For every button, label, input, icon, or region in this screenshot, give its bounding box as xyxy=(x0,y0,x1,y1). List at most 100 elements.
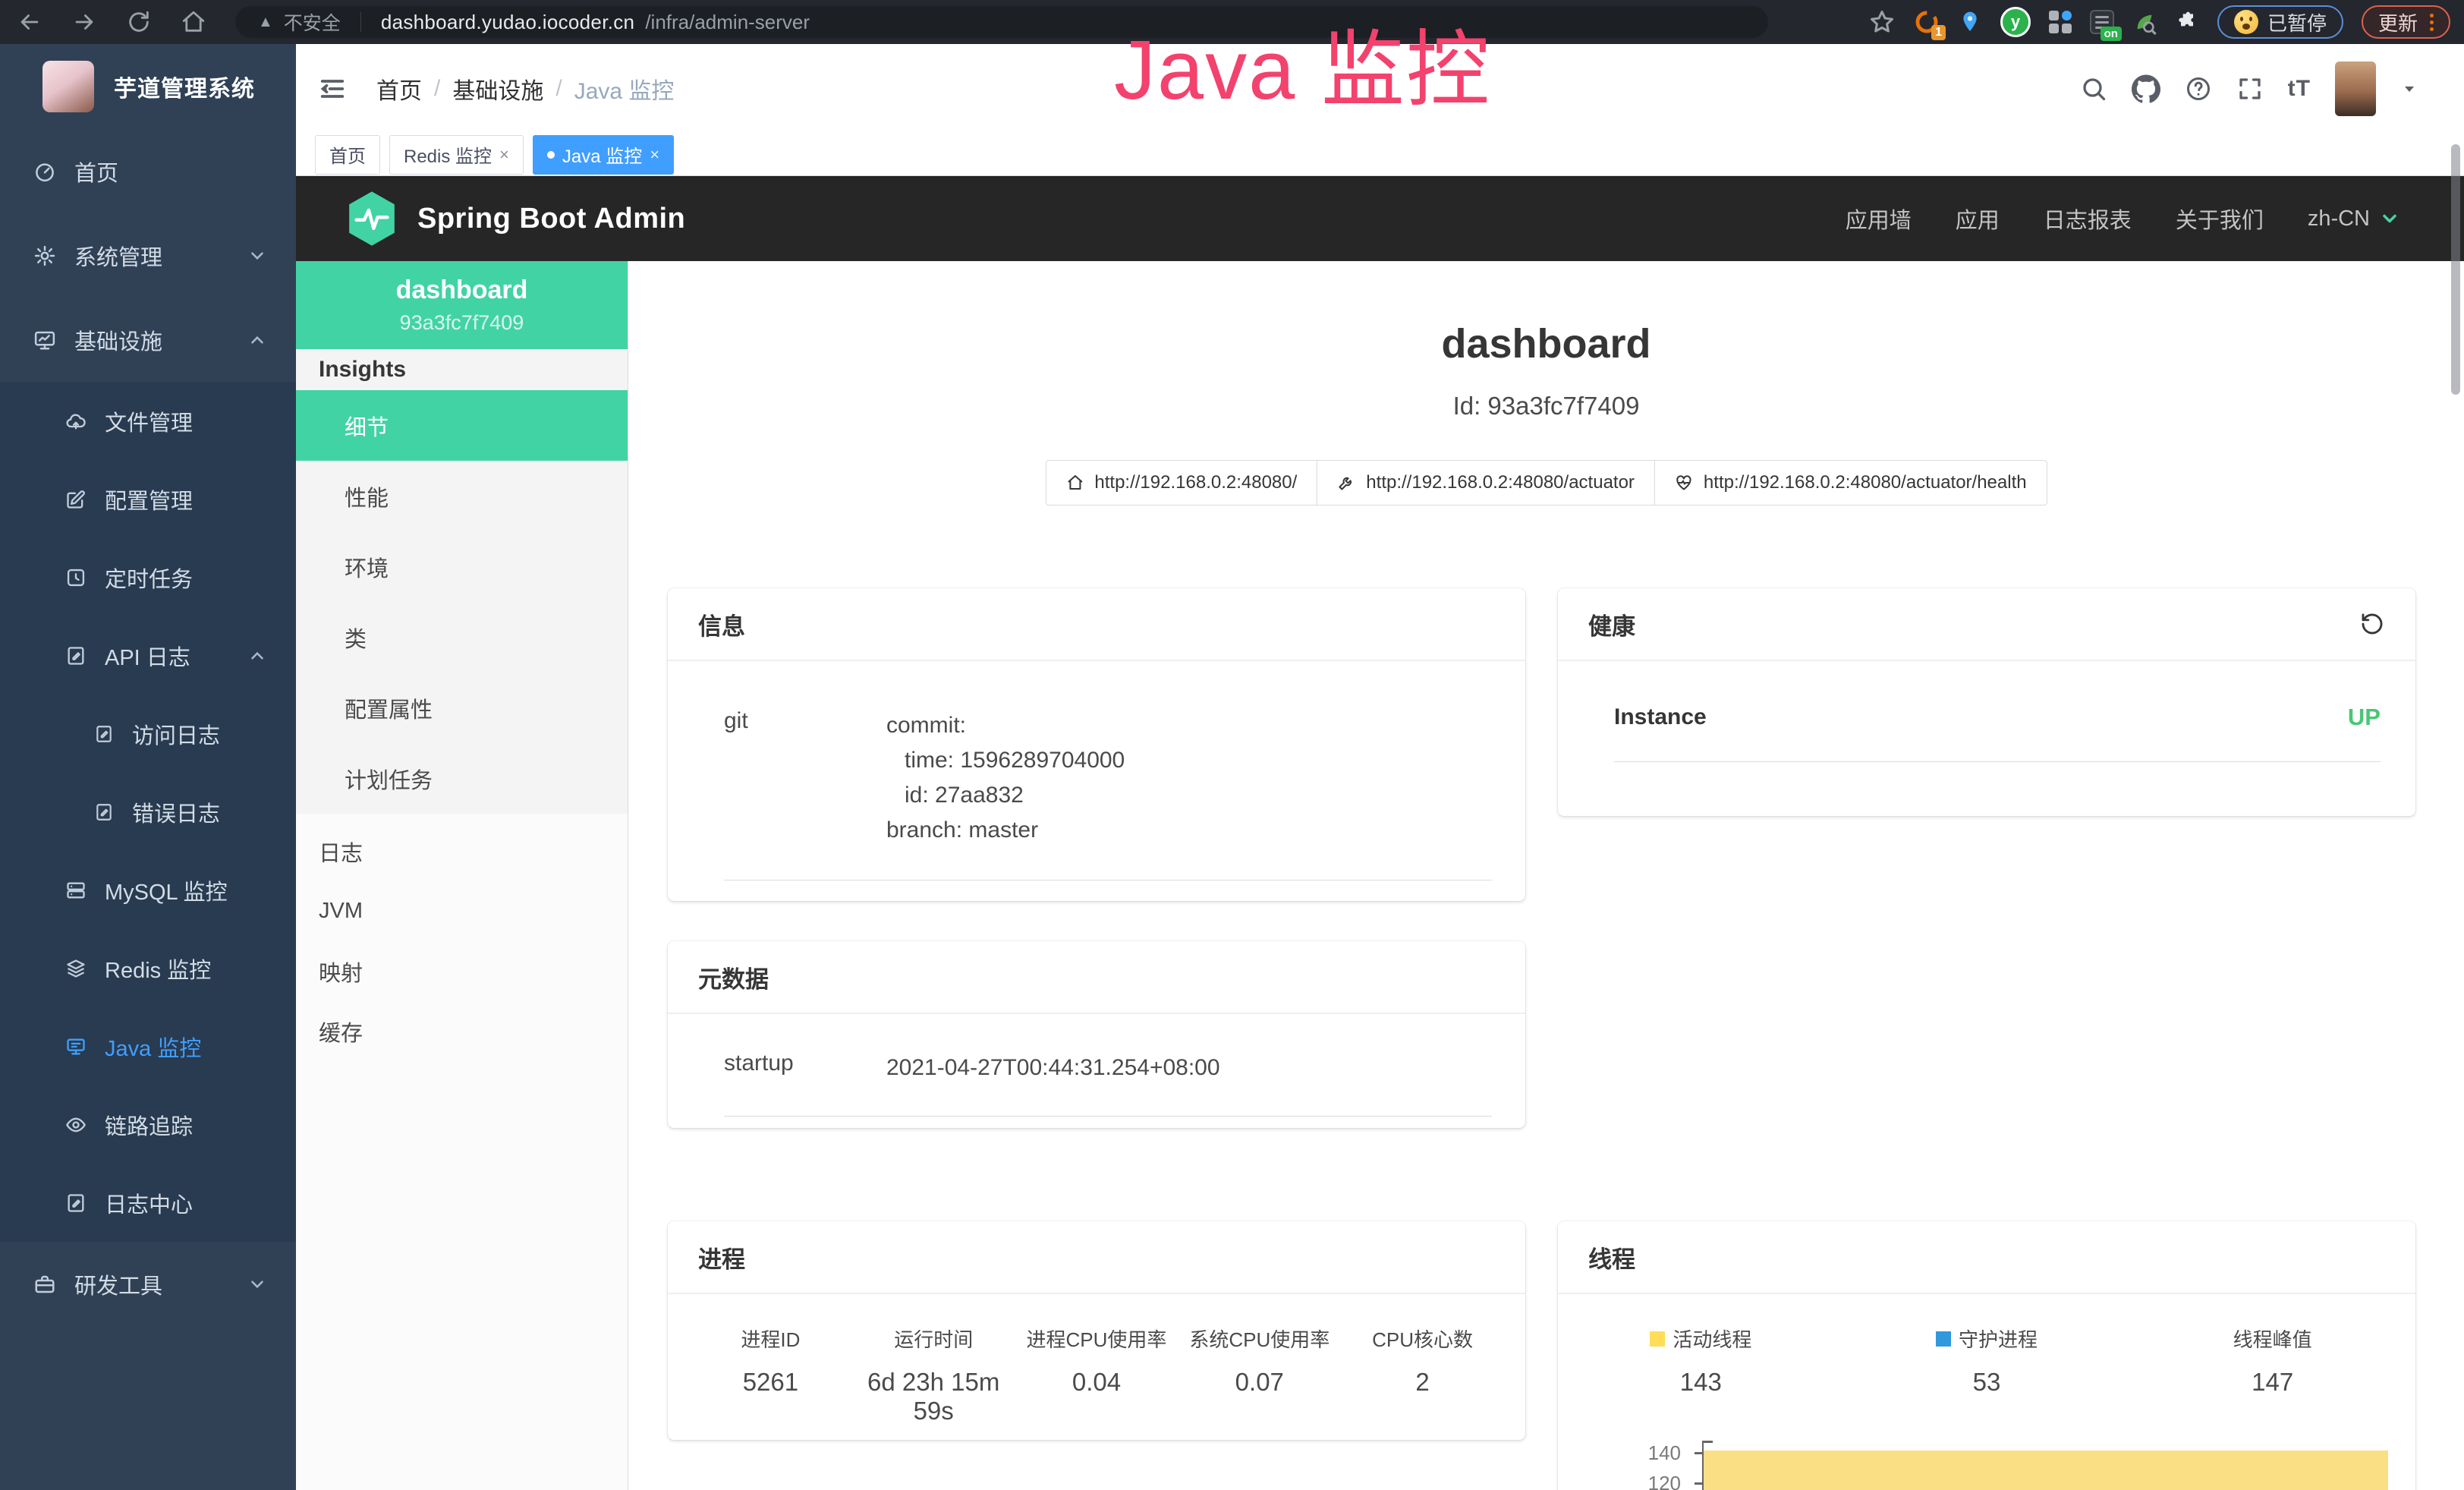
chevron-up-icon xyxy=(247,330,267,350)
app-sidebar: 芋道管理系统 首页 系统管理 基础设施 文件管 xyxy=(0,44,296,1490)
chevron-down-icon xyxy=(247,246,267,266)
sidebar-item-files[interactable]: 文件管理 xyxy=(0,382,296,460)
sba-item-classes[interactable]: 类 xyxy=(296,602,628,673)
card-metadata-title: 元数据 xyxy=(668,941,1525,1014)
page-instance-id: Id: 93a3fc7f7409 xyxy=(628,392,2464,421)
sidebar-item-log-center[interactable]: 日志中心 xyxy=(0,1164,296,1242)
font-size-icon[interactable]: tT xyxy=(2288,76,2311,102)
sidebar-item-home[interactable]: 首页 xyxy=(0,129,296,213)
threads-legend: 活动线程 143 守护进程 53 线程峰值 147 xyxy=(1558,1294,2415,1397)
instance-links: http://192.168.0.2:48080/ http://192.168… xyxy=(1045,460,2047,506)
extension-on-badge: on xyxy=(2101,27,2122,41)
sba-nav: 应用墙 应用 日志报表 关于我们 zh-CN xyxy=(1846,203,2400,235)
extension-leaf-icon[interactable] xyxy=(2132,9,2157,35)
sba-item-caches[interactable]: 缓存 xyxy=(296,1001,628,1061)
breadcrumb-infra[interactable]: 基础设施 xyxy=(452,72,543,106)
info-git-row: git commit: time: 1596289704000 id: 27aa… xyxy=(724,708,1492,880)
app-logo-image xyxy=(42,61,94,112)
browser-update-button[interactable]: 更新 xyxy=(2362,5,2450,39)
sba-locale-select[interactable]: zh-CN xyxy=(2308,206,2400,232)
sidebar-item-redis[interactable]: Redis 监控 xyxy=(0,929,296,1007)
tab-redis-monitor[interactable]: Redis 监控 × xyxy=(389,135,524,175)
timer-icon xyxy=(65,567,87,588)
security-label[interactable]: 不安全 xyxy=(284,8,341,36)
close-icon[interactable]: × xyxy=(499,145,509,165)
card-threads: 线程 活动线程 143 守护进程 53 线程峰值 147 xyxy=(1558,1221,2415,1490)
sba-item-environment[interactable]: 环境 xyxy=(296,531,628,602)
stat-system-cpu: 系统CPU使用率 0.07 xyxy=(1178,1325,1341,1425)
sba-item-logs[interactable]: 日志 xyxy=(296,821,628,881)
legend-live-threads: 活动线程 143 xyxy=(1558,1325,1844,1397)
sba-item-metrics[interactable]: 性能 xyxy=(296,461,628,531)
sba-nav-journal[interactable]: 日志报表 xyxy=(2044,203,2132,235)
sba-item-config-props[interactable]: 配置属性 xyxy=(296,673,628,743)
extension-pin-icon[interactable] xyxy=(1958,9,1982,35)
sba-body: dashboard 93a3fc7f7409 Insights 细节 性能 环境… xyxy=(296,261,2464,1490)
sba-instance-header[interactable]: dashboard 93a3fc7f7409 xyxy=(296,261,628,349)
sidebar-item-tracing[interactable]: 链路追踪 xyxy=(0,1085,296,1164)
forward-icon[interactable] xyxy=(71,9,97,35)
instance-home-link[interactable]: http://192.168.0.2:48080/ xyxy=(1045,460,1317,506)
reload-icon[interactable] xyxy=(126,9,152,35)
sidebar-item-error-log[interactable]: 错误日志 xyxy=(0,773,296,851)
cloud-upload-icon xyxy=(65,411,87,432)
extension-badge: 1 xyxy=(1931,25,1946,40)
sidebar-item-java[interactable]: Java 监控 xyxy=(0,1007,296,1085)
sidebar-item-api-log[interactable]: API 日志 xyxy=(0,616,296,695)
github-icon[interactable] xyxy=(2132,74,2160,103)
fullscreen-icon[interactable] xyxy=(2236,75,2264,102)
history-icon[interactable] xyxy=(2359,611,2385,637)
help-icon[interactable] xyxy=(2185,75,2212,102)
home-icon[interactable] xyxy=(181,9,206,35)
back-icon[interactable] xyxy=(17,9,42,35)
sba-item-jvm[interactable]: JVM xyxy=(296,881,628,941)
sba-frame: Spring Boot Admin 应用墙 应用 日志报表 关于我们 zh-CN… xyxy=(296,176,2464,1490)
stat-pid: 进程ID 5261 xyxy=(689,1325,852,1425)
sba-nav-applications[interactable]: 应用 xyxy=(1956,203,2000,235)
sidebar-item-infra[interactable]: 基础设施 xyxy=(0,298,296,382)
page-scrollbar-thumb[interactable] xyxy=(2451,144,2460,395)
extensions-puzzle-icon[interactable] xyxy=(2175,10,2199,34)
user-avatar[interactable] xyxy=(2335,61,2376,116)
stat-uptime: 运行时间 6d 23h 15m 59s xyxy=(852,1325,1015,1425)
browser-menu-icon[interactable] xyxy=(2430,14,2434,31)
instance-health-link[interactable]: http://192.168.0.2:48080/actuator/health xyxy=(1654,460,2047,506)
sidebar-item-access-log[interactable]: 访问日志 xyxy=(0,695,296,773)
sidebar-item-system[interactable]: 系统管理 xyxy=(0,213,296,298)
tab-java-monitor[interactable]: Java 监控 × xyxy=(533,135,674,175)
extension-grid-icon[interactable] xyxy=(2049,11,2072,33)
document-edit-icon xyxy=(65,1192,87,1214)
sidebar-item-devtools[interactable]: 研发工具 xyxy=(0,1242,296,1326)
sba-item-mappings[interactable]: 映射 xyxy=(296,941,628,1001)
layers-icon xyxy=(65,958,87,979)
sidebar-collapse-icon[interactable] xyxy=(317,74,348,104)
extension-orange-icon[interactable]: 1 xyxy=(1914,9,1940,35)
user-caret-down-icon[interactable] xyxy=(2400,80,2418,98)
sba-item-details[interactable]: 细节 xyxy=(296,390,628,461)
sidebar-item-config[interactable]: 配置管理 xyxy=(0,460,296,538)
card-threads-title: 线程 xyxy=(1558,1221,2415,1294)
sba-item-scheduled-tasks[interactable]: 计划任务 xyxy=(296,743,628,814)
address-bar[interactable]: ▲ 不安全 dashboard.yudao.iocoder.cn/infra/a… xyxy=(235,6,1768,38)
sidebar-item-jobs[interactable]: 定时任务 xyxy=(0,538,296,616)
extension-y-icon[interactable]: y xyxy=(2000,7,2031,37)
extension-dark-icon[interactable]: on xyxy=(2090,10,2114,34)
sba-insights-section: Insights 细节 性能 环境 类 配置属性 计划任务 xyxy=(296,349,628,814)
bookmark-star-icon[interactable] xyxy=(1868,8,1896,36)
profile-paused-pill[interactable]: 已暂停 xyxy=(2217,5,2343,39)
tab-home[interactable]: 首页 xyxy=(315,135,380,175)
active-tab-dot xyxy=(547,151,555,159)
breadcrumb-home[interactable]: 首页 xyxy=(376,72,422,106)
close-icon[interactable]: × xyxy=(650,145,659,165)
url-path[interactable]: /infra/admin-server xyxy=(645,11,810,34)
app-logo[interactable]: 芋道管理系统 xyxy=(0,44,296,129)
live-threads-area xyxy=(1704,1451,2388,1490)
sba-nav-about[interactable]: 关于我们 xyxy=(2176,203,2264,235)
url-host[interactable]: dashboard.yudao.iocoder.cn xyxy=(381,11,635,34)
search-icon[interactable] xyxy=(2080,75,2107,102)
sba-nav-wallboard[interactable]: 应用墙 xyxy=(1846,203,1912,235)
screenshot-root: ▲ 不安全 dashboard.yudao.iocoder.cn/infra/a… xyxy=(0,0,2464,1490)
sidebar-item-mysql[interactable]: MySQL 监控 xyxy=(0,851,296,929)
instance-actuator-link[interactable]: http://192.168.0.2:48080/actuator xyxy=(1317,460,1655,506)
sba-brand[interactable]: Spring Boot Admin xyxy=(345,190,685,247)
